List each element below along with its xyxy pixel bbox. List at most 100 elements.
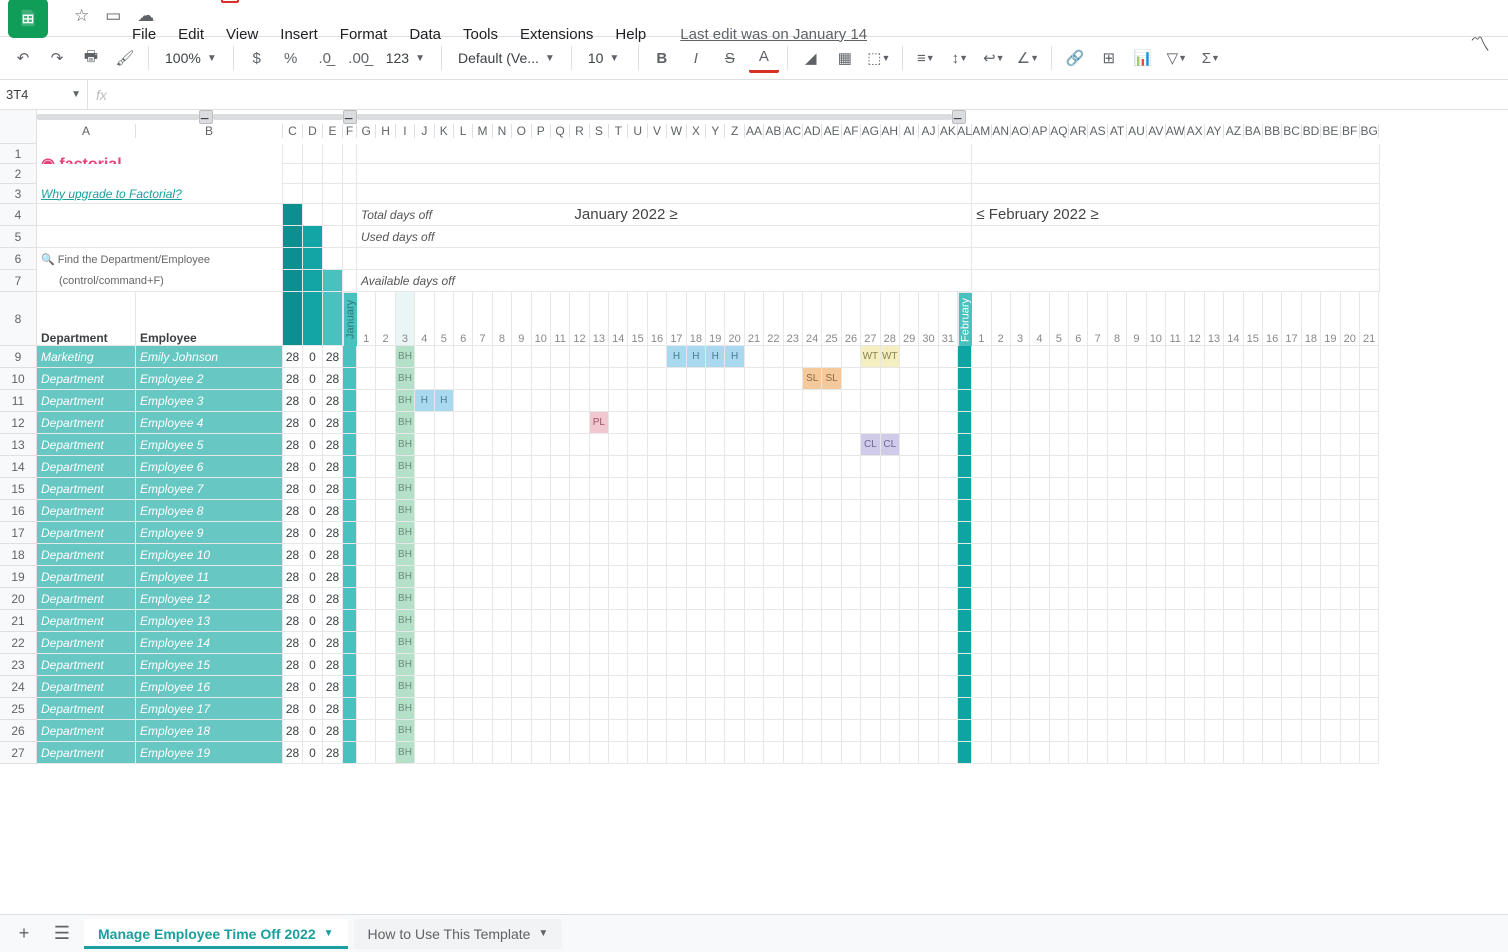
day-cell[interactable] [1341,698,1360,720]
day-cell[interactable] [493,434,512,456]
zoom-dropdown[interactable]: 100%▼ [157,50,225,66]
day-cell[interactable] [1321,390,1340,412]
day-cell[interactable] [512,610,531,632]
day-cell[interactable] [1341,390,1360,412]
day-cell[interactable] [1088,544,1107,566]
move-icon[interactable]: ▭ [105,6,121,26]
day-cell[interactable] [454,676,473,698]
day-cell[interactable] [1088,390,1107,412]
col-header[interactable]: AB [764,124,783,138]
col-header[interactable]: AI [900,124,919,138]
day-cell[interactable] [725,522,744,544]
day-cell[interactable]: BH [396,632,415,654]
day-cell[interactable] [493,522,512,544]
day-cell[interactable] [648,346,667,368]
day-cell[interactable] [512,346,531,368]
day-cell[interactable] [842,720,861,742]
day-cell[interactable] [1282,346,1301,368]
day-cell[interactable] [1321,412,1340,434]
sheet-tab-howto[interactable]: How to Use This Template▼ [354,919,563,949]
day-cell[interactable] [1321,610,1340,632]
day-cell[interactable] [939,610,958,632]
day-cell[interactable] [357,698,376,720]
day-cell[interactable] [1108,676,1127,698]
day-cell[interactable] [1050,698,1069,720]
day-cell[interactable] [919,632,938,654]
day-cell[interactable] [803,346,822,368]
day-cell[interactable] [900,566,919,588]
day-cell[interactable] [473,742,492,764]
day-cell[interactable] [1224,368,1243,390]
day-cell[interactable] [570,434,589,456]
day-cell[interactable] [1244,500,1263,522]
day-cell[interactable] [532,346,551,368]
day-cell[interactable]: BH [396,654,415,676]
day-cell[interactable] [992,610,1011,632]
col-header[interactable]: AY [1205,124,1224,138]
day-cell[interactable] [1302,676,1321,698]
day-cell[interactable] [1030,456,1049,478]
day-cell[interactable] [415,346,434,368]
day-cell[interactable] [861,544,880,566]
day-cell[interactable] [1088,522,1107,544]
day-cell[interactable] [1050,544,1069,566]
day-cell[interactable] [1224,412,1243,434]
day-cell[interactable] [992,720,1011,742]
day-cell[interactable] [1341,434,1360,456]
day-cell[interactable] [435,544,454,566]
day-cell[interactable] [842,632,861,654]
day-cell[interactable] [919,522,938,544]
day-cell[interactable] [706,456,725,478]
day-cell[interactable] [1088,500,1107,522]
day-cell[interactable] [842,522,861,544]
day-cell[interactable] [570,610,589,632]
day-cell[interactable] [1263,720,1282,742]
day-cell[interactable] [972,566,991,588]
day-cell[interactable] [1244,478,1263,500]
day-cell[interactable] [667,544,686,566]
day-cell[interactable] [1360,456,1379,478]
day-cell[interactable] [493,676,512,698]
day-cell[interactable] [784,478,803,500]
day-cell[interactable] [992,522,1011,544]
day-cell[interactable] [435,500,454,522]
day-cell[interactable] [648,544,667,566]
day-cell[interactable] [861,566,880,588]
day-cell[interactable] [357,610,376,632]
day-cell[interactable] [861,742,880,764]
day-cell[interactable] [992,368,1011,390]
day-cell[interactable] [1011,346,1030,368]
day-cell[interactable] [939,698,958,720]
day-cell[interactable] [725,676,744,698]
day-cell[interactable] [435,566,454,588]
day-cell[interactable] [493,698,512,720]
day-cell[interactable] [376,742,395,764]
day-cell[interactable] [1011,500,1030,522]
day-cell[interactable] [532,588,551,610]
day-cell[interactable] [725,632,744,654]
day-cell[interactable] [1244,456,1263,478]
day-cell[interactable] [1050,720,1069,742]
day-cell[interactable] [1341,544,1360,566]
day-cell[interactable] [687,544,706,566]
col-header[interactable]: S [590,124,609,138]
day-cell[interactable] [1030,588,1049,610]
day-cell[interactable] [1069,676,1088,698]
menu-format[interactable]: Format [340,26,388,43]
day-cell[interactable] [415,368,434,390]
day-cell[interactable] [1166,544,1185,566]
col-header[interactable]: AU [1127,124,1146,138]
day-cell[interactable] [687,566,706,588]
day-cell[interactable] [1030,522,1049,544]
day-cell[interactable] [687,676,706,698]
day-cell[interactable] [1088,676,1107,698]
day-cell[interactable] [1360,434,1379,456]
col-header[interactable]: U [628,124,647,138]
day-cell[interactable] [667,742,686,764]
day-cell[interactable] [435,588,454,610]
day-cell[interactable] [764,654,783,676]
day-cell[interactable] [1147,478,1166,500]
day-cell[interactable] [512,654,531,676]
day-cell[interactable] [609,610,628,632]
day-cell[interactable] [648,368,667,390]
